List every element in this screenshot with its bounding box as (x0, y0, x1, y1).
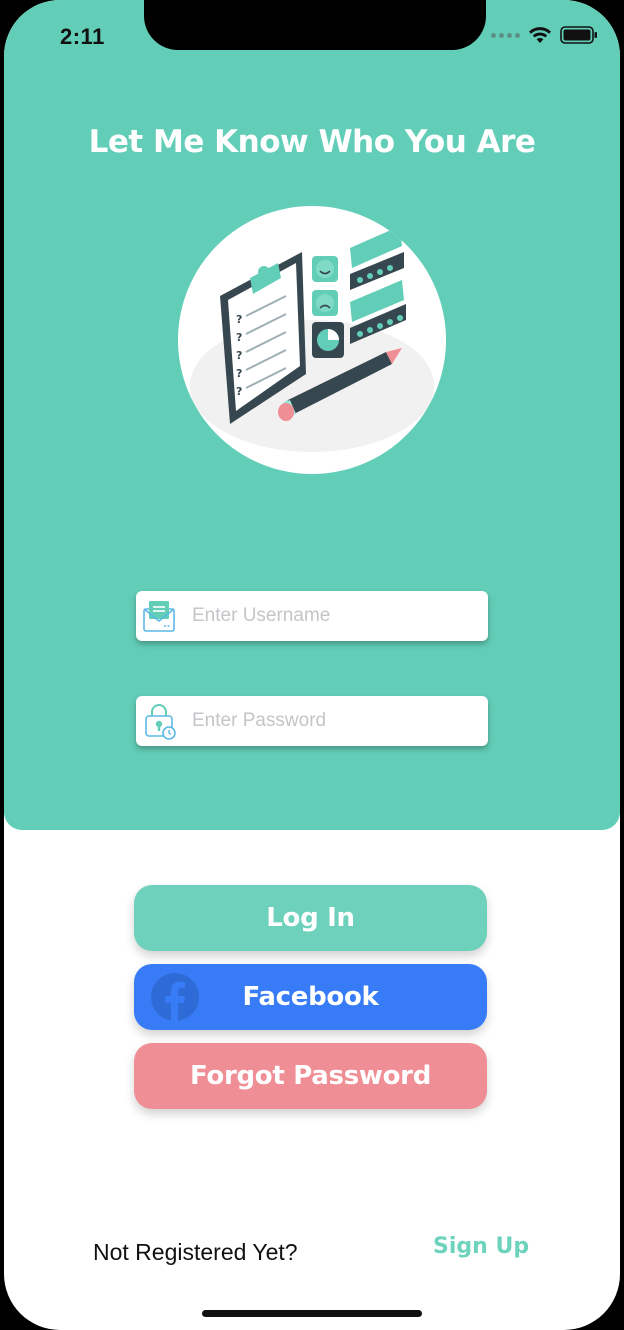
svg-text:?: ? (236, 367, 242, 380)
status-icons (491, 26, 598, 44)
facebook-logo-icon (151, 973, 199, 1021)
app-screen: 2:11 Let Me Know Who You Are ? ? ? ? ? E… (4, 0, 620, 1330)
header-panel: 2:11 Let Me Know Who You Are ? ? ? ? ? E… (4, 0, 620, 830)
login-button-label: Log In (266, 903, 355, 933)
username-input[interactable] (182, 596, 472, 636)
signup-prompt: Not Registered Yet? (93, 1239, 298, 1265)
page-title: Let Me Know Who You Are (88, 124, 536, 160)
device-notch (144, 0, 486, 50)
survey-illustration: ?? ?? ? (178, 206, 446, 474)
facebook-button[interactable]: Facebook (134, 964, 487, 1030)
svg-text:?: ? (236, 313, 242, 326)
password-input[interactable] (182, 701, 472, 741)
signal-icon (491, 32, 520, 38)
username-field[interactable] (136, 591, 488, 641)
forgot-password-label: Forgot Password (189, 1061, 431, 1091)
svg-text:?: ? (236, 349, 242, 362)
forgot-password-button[interactable]: Forgot Password (134, 1043, 487, 1109)
battery-icon (560, 26, 597, 44)
home-indicator (202, 1310, 422, 1317)
lock-icon (136, 696, 182, 746)
facebook-button-label: Facebook (242, 982, 379, 1012)
password-field[interactable] (136, 696, 488, 746)
login-button[interactable]: Log In (134, 885, 487, 951)
svg-text:?: ? (236, 331, 242, 344)
wifi-icon (529, 27, 551, 43)
svg-text:?: ? (236, 385, 242, 398)
signup-link[interactable]: Sign Up (433, 1234, 529, 1259)
status-time: 2:11 (60, 24, 105, 49)
envelope-icon (136, 591, 182, 641)
